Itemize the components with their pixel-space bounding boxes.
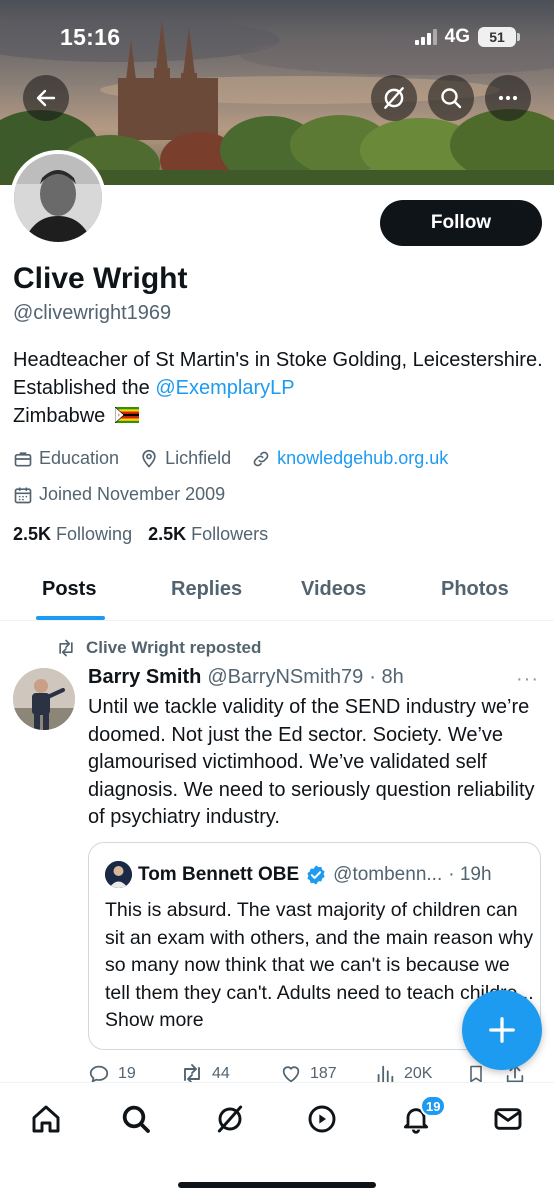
- briefcase-icon: [14, 451, 32, 466]
- tab-photos[interactable]: Photos: [441, 578, 509, 601]
- nav-explore[interactable]: [118, 1101, 154, 1137]
- home-icon: [32, 1105, 60, 1133]
- like-count: 187: [310, 1065, 337, 1082]
- home-indicator: [178, 1182, 376, 1188]
- quote-time: · 19h: [448, 863, 492, 885]
- search-nav-icon: [122, 1105, 150, 1133]
- nav-messages[interactable]: [490, 1101, 526, 1137]
- category-label: Education: [39, 448, 120, 468]
- profile-bio: Headteacher of St Martin's in Stoke Gold…: [13, 346, 543, 430]
- network-type: 4G: [444, 26, 470, 47]
- joined-label: Joined November 2009: [39, 484, 226, 504]
- post-author-name[interactable]: Barry Smith: [88, 666, 201, 689]
- bio-mention-link[interactable]: @ExemplaryLP: [155, 377, 294, 399]
- spaces-icon: [308, 1105, 336, 1133]
- avatar-photo: [14, 154, 102, 242]
- compose-button[interactable]: [462, 990, 542, 1070]
- more-icon: [498, 95, 518, 101]
- zimbabwe-flag-icon: [114, 407, 139, 423]
- back-arrow-icon: [36, 89, 56, 107]
- tab-posts[interactable]: Posts: [42, 578, 96, 601]
- repost-icon: [59, 639, 73, 657]
- tab-replies[interactable]: Replies: [171, 578, 242, 601]
- profile-meta: Education Lichfield knowledgehub.org.uk: [13, 448, 468, 469]
- profile-avatar[interactable]: [10, 150, 106, 246]
- profile-name: Clive Wright: [13, 262, 188, 295]
- back-button[interactable]: [23, 75, 69, 121]
- followers-stat[interactable]: 2.5K Followers: [148, 524, 268, 545]
- nav-spaces[interactable]: [304, 1101, 340, 1137]
- compose-plus-icon: [489, 1017, 515, 1043]
- joined-row: Joined November 2009: [13, 484, 245, 505]
- nav-home[interactable]: [28, 1101, 64, 1137]
- post-header: Barry Smith @BarryNSmith79 · 8h: [88, 666, 404, 689]
- battery-level: 51: [489, 29, 505, 45]
- verified-badge-icon: [307, 864, 325, 885]
- followers-label: Followers: [191, 524, 269, 544]
- profile-handle: @clivewright1969: [13, 302, 172, 324]
- quote-author-handle: @tombenn...: [333, 863, 443, 885]
- location-pin-icon: [142, 449, 156, 468]
- grok-icon: [384, 87, 404, 109]
- post-more-button[interactable]: ···: [516, 668, 539, 691]
- website-item[interactable]: knowledgehub.org.uk: [251, 448, 448, 469]
- repost-label: Clive Wright reposted: [86, 638, 262, 657]
- tab-videos[interactable]: Videos: [301, 578, 366, 601]
- search-icon: [441, 88, 462, 109]
- profile-tabs: Posts Replies Videos Photos: [0, 560, 554, 621]
- calendar-icon: [14, 487, 32, 503]
- follow-stats: 2.5K Following 2.5K Followers: [13, 524, 268, 545]
- nav-grok[interactable]: [212, 1101, 248, 1137]
- grok-button[interactable]: [371, 75, 417, 121]
- quote-avatar-photo: [105, 861, 132, 888]
- status-bar: 15:16 4G 51: [0, 0, 554, 70]
- signal-icon: [414, 29, 437, 45]
- post-avatar-photo: [13, 668, 75, 730]
- post-author-avatar[interactable]: [13, 668, 75, 730]
- post-time: · 8h: [369, 666, 404, 688]
- post-author-handle[interactable]: @BarryNSmith79: [207, 666, 363, 689]
- following-stat[interactable]: 2.5K Following: [13, 524, 132, 545]
- quote-author-name: Tom Bennett OBE: [138, 863, 300, 885]
- following-label: Following: [56, 524, 133, 544]
- reply-count: 19: [118, 1065, 136, 1082]
- more-options-button[interactable]: [485, 75, 531, 121]
- follow-button[interactable]: Follow: [380, 200, 542, 246]
- location-label: Lichfield: [165, 448, 232, 468]
- grok-nav-icon: [217, 1105, 243, 1133]
- messages-icon: [494, 1108, 522, 1130]
- post-text: Until we tackle validity of the SEND ind…: [88, 696, 535, 828]
- views-count: 20K: [404, 1065, 433, 1082]
- joined-item: Joined November 2009: [13, 484, 225, 505]
- status-time: 15:16: [60, 24, 121, 50]
- active-tab-indicator: [36, 616, 105, 620]
- status-indicators: 4G 51: [414, 26, 520, 48]
- quote-header: Tom Bennett OBE @tombenn... · 19h: [105, 861, 492, 888]
- battery-icon: 51: [478, 27, 520, 47]
- bio-text-country: Zimbabwe: [13, 405, 106, 427]
- repost-count: 44: [212, 1065, 230, 1082]
- link-icon: [253, 451, 269, 466]
- quote-author-avatar: [105, 861, 132, 888]
- website-link[interactable]: knowledgehub.org.uk: [277, 448, 448, 469]
- repost-indicator: Clive Wright reposted: [56, 638, 261, 658]
- location-item: Lichfield: [139, 448, 231, 469]
- category-item: Education: [13, 448, 119, 469]
- following-count: 2.5K: [13, 524, 52, 544]
- search-button[interactable]: [428, 75, 474, 121]
- followers-count: 2.5K: [148, 524, 187, 544]
- notifications-badge: 19: [420, 1095, 447, 1117]
